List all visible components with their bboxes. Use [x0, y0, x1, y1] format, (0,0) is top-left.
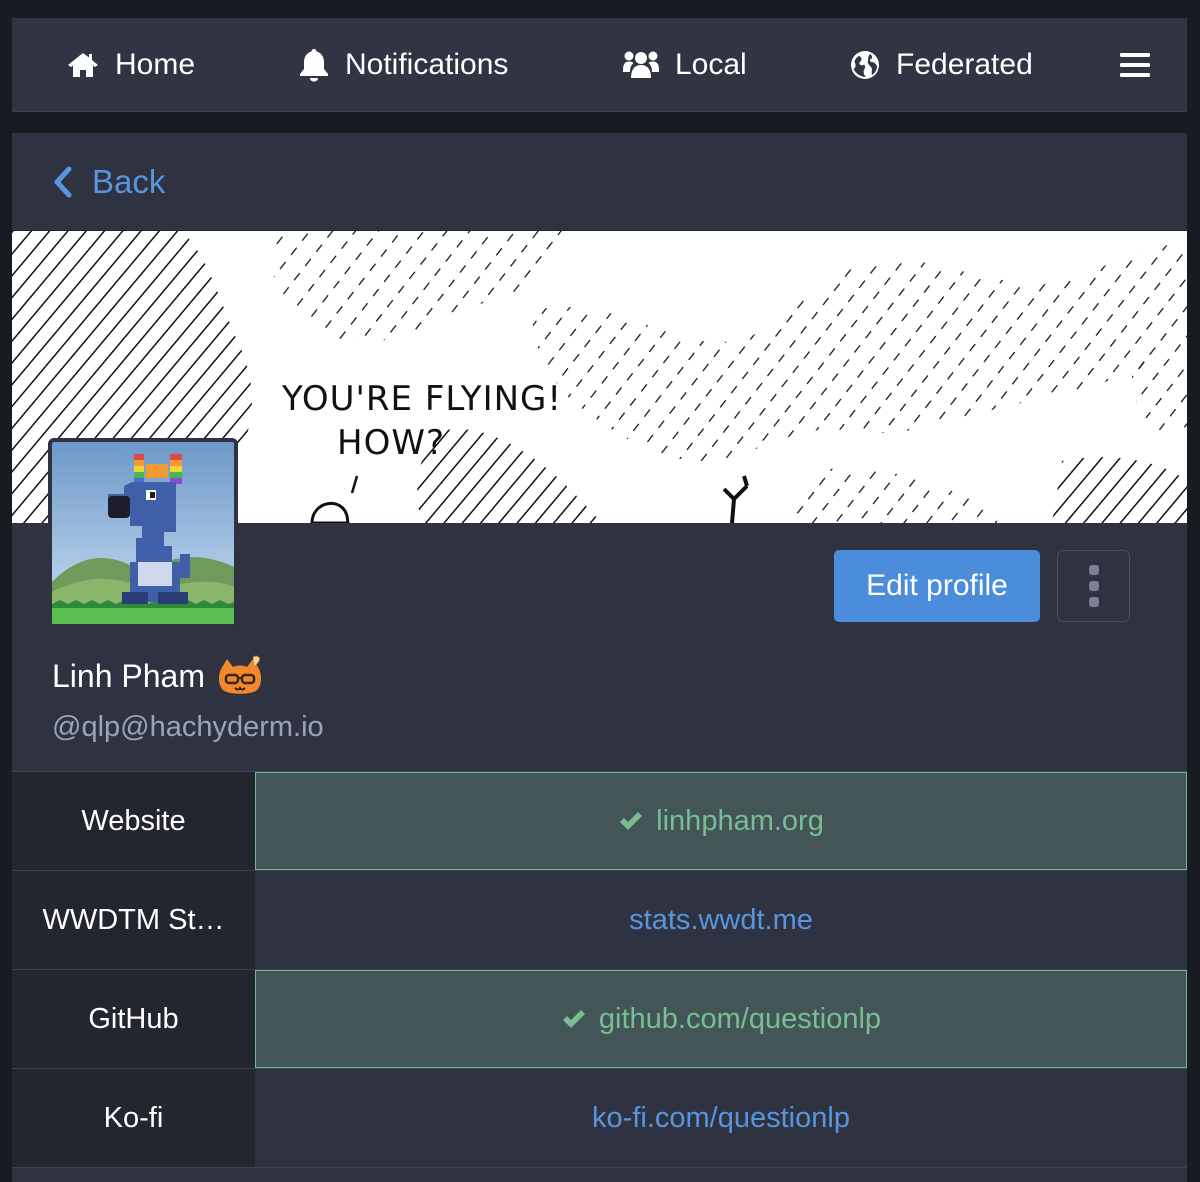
users-icon [623, 51, 659, 78]
edit-profile-button[interactable]: Edit profile [834, 550, 1040, 622]
nav-notifications-label: Notifications [345, 48, 509, 81]
ellipsis-dot [1088, 581, 1099, 591]
nav-notifications[interactable]: Notifications [299, 18, 508, 112]
hamburger-icon [1120, 53, 1150, 77]
comic-speech-line-1: YOU'RE FLYING! [282, 379, 563, 419]
comic-speech-line-2: HOW? [337, 423, 445, 463]
check-icon [562, 1010, 585, 1028]
field-name: WWDTM St… [12, 871, 255, 969]
field-row-next [12, 1167, 1187, 1182]
bell-icon [300, 49, 328, 82]
field-row-website: Website linhpham.org [12, 771, 1187, 870]
nav-home[interactable]: Home [67, 18, 195, 112]
top-navigation: Home Notifications Local Federated [12, 18, 1187, 112]
ellipsis-dot [1088, 597, 1099, 607]
field-value-link[interactable]: ko-fi.com/questionlp [255, 1069, 1187, 1167]
account-handle: @qlp@hachyderm.io [52, 711, 324, 743]
field-value-link[interactable]: linhpham.org [255, 772, 1187, 870]
field-value-text: ko-fi.com/questionlp [592, 1101, 850, 1134]
back-button[interactable]: Back [12, 133, 1187, 231]
field-value-text: github.com/questionlp [598, 1002, 882, 1035]
ellipsis-vertical-icon [1088, 565, 1099, 575]
nav-federated-label: Federated [896, 48, 1033, 81]
field-value-link[interactable]: github.com/questionlp [255, 970, 1187, 1068]
profile-fields: Website linhpham.org WWDTM St… stats.wwd… [12, 771, 1187, 1182]
field-row-github: GitHub github.com/questionlp [12, 969, 1187, 1068]
menu-button[interactable] [1120, 18, 1150, 112]
field-name: Ko-fi [12, 1069, 255, 1167]
back-label: Back [92, 162, 166, 200]
nav-federated[interactable]: Federated [850, 18, 1033, 112]
display-name: Linh Pham [52, 655, 263, 697]
nav-local-label: Local [675, 48, 747, 81]
nav-home-label: Home [115, 48, 196, 81]
field-value-link[interactable]: stats.wwdt.me [255, 871, 1187, 969]
field-name: Website [12, 772, 255, 870]
nav-local[interactable]: Local [623, 18, 747, 112]
more-options-button[interactable] [1057, 550, 1130, 622]
field-value-text: linhpham.org [656, 804, 824, 837]
field-row-wwdtm: WWDTM St… stats.wwdt.me [12, 870, 1187, 969]
check-icon [620, 812, 643, 830]
avatar-image [52, 442, 234, 624]
field-row-kofi: Ko-fi ko-fi.com/questionlp [12, 1068, 1187, 1167]
avatar[interactable] [48, 438, 238, 628]
home-icon [68, 53, 98, 77]
display-name-text: Linh Pham [52, 657, 205, 694]
field-value-text: stats.wwdt.me [629, 903, 813, 936]
custom-emoji-icon [218, 655, 262, 694]
field-name: GitHub [12, 970, 255, 1068]
globe-icon [851, 51, 879, 79]
profile-column: Back YOU'RE FLYING! HOW? Edit profile Li… [12, 133, 1187, 1182]
chevron-left-icon [54, 166, 72, 197]
